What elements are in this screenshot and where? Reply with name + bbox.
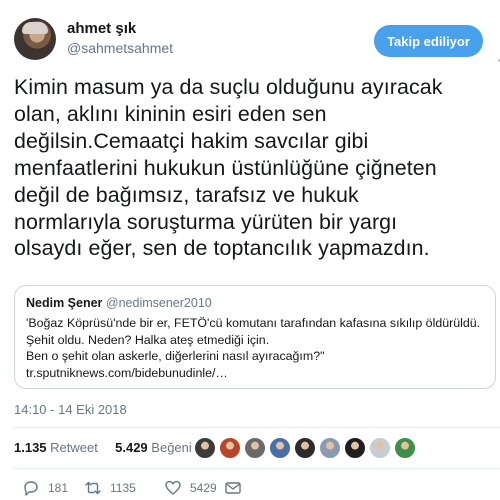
tweet-line: Kimin masum ya da suçlu olduğunu ayıraca… (14, 75, 443, 99)
retweet-button[interactable]: 1135 (84, 479, 136, 497)
divider (14, 468, 500, 469)
reply-count: 181 (48, 481, 69, 495)
quoted-line: Ben o şehit olan askerle, diğerlerini na… (26, 349, 325, 363)
tweet-text: Kimin masum ya da suçlu olduğunu ayıraca… (14, 74, 494, 262)
quoted-link[interactable]: tr.sputniknews.com/bidebunudinle/… (26, 365, 491, 382)
liker-avatar[interactable] (394, 437, 416, 459)
tweet-line: menfaatlerini hukukun üstünlüğüne çiğnet… (14, 155, 437, 180)
tweet-stats: 1.135 Retweet 5.429 Beğeni (14, 440, 192, 455)
tweet-line: değilsin.Cemaatçi hakim savcılar gibi (14, 128, 369, 153)
quoted-line: 'Boğaz Köprüsü'nde bir er, FETÖ'cü komut… (26, 316, 481, 330)
liker-avatar[interactable] (244, 437, 266, 459)
tweet-line: normlarıyla soruşturma yürüten bir yargı (14, 209, 398, 234)
direct-message-button[interactable] (224, 479, 242, 497)
liker-avatar[interactable] (344, 437, 366, 459)
quoted-user-name: Nedim Şener (26, 296, 103, 310)
tweet-line: olsaydı eğer, sen de toptancılık yapmazd… (14, 236, 430, 261)
heart-icon (165, 480, 181, 495)
retweet-icon (85, 481, 101, 495)
following-button[interactable]: Takip ediliyor (374, 25, 483, 57)
retweet-count[interactable]: 1.135 (14, 440, 47, 455)
reply-button[interactable]: 181 (22, 479, 68, 497)
divider (14, 427, 500, 428)
liker-avatar[interactable] (294, 437, 316, 459)
quoted-user-handle: @nedimsener2010 (105, 296, 212, 310)
tweet-timestamp[interactable]: 14:10 - 14 Eki 2018 (14, 402, 127, 417)
avatar[interactable] (14, 18, 56, 60)
quoted-tweet-text: 'Boğaz Köprüsü'nde bir er, FETÖ'cü komut… (26, 315, 491, 381)
retweet-action-count: 1135 (110, 481, 136, 495)
tweet-actions: 181 1135 5429 (14, 479, 494, 499)
tweet-header: ahmet şık @sahmetsahmet Takip ediliyor (14, 18, 500, 66)
like-button[interactable]: 5429 (164, 479, 217, 497)
reply-icon (24, 481, 38, 496)
retweet-label[interactable]: Retweet (50, 440, 98, 455)
like-action-count: 5429 (190, 481, 217, 495)
quoted-tweet-header: Nedim Şener @nedimsener2010 (26, 296, 212, 310)
liker-avatar[interactable] (319, 437, 341, 459)
tweet-line: olan, aklını kininin esiri eden sen (14, 101, 327, 126)
liker-avatar[interactable] (269, 437, 291, 459)
quoted-tweet[interactable]: Nedim Şener @nedimsener2010 'Boğaz Köprü… (14, 285, 496, 389)
like-label[interactable]: Beğeni (151, 440, 191, 455)
liker-avatar[interactable] (219, 437, 241, 459)
envelope-icon (225, 482, 241, 494)
user-handle[interactable]: @sahmetsahmet (67, 40, 173, 56)
liker-avatar[interactable] (369, 437, 391, 459)
tweet-line: değil de bağımsız, tarafsız ve hukuk (14, 182, 359, 207)
liker-avatar[interactable] (194, 437, 216, 459)
quoted-line: Şehit oldu. Neden? Halka ateş etmediği i… (26, 332, 270, 347)
like-count[interactable]: 5.429 (115, 440, 148, 455)
user-display-name[interactable]: ahmet şık (67, 20, 136, 37)
